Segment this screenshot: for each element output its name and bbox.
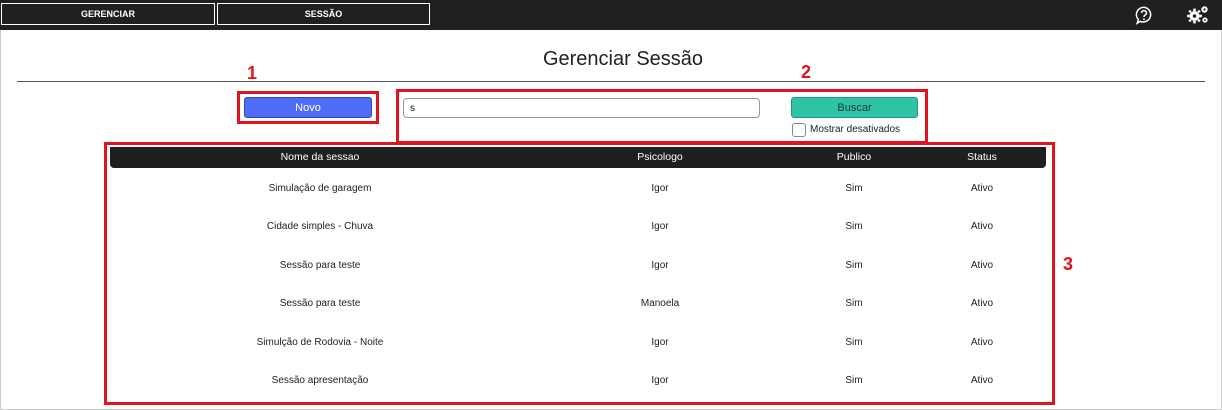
cell-status: Ativo	[970, 337, 994, 348]
table-row[interactable]: Cidade simples - Chuva Igor Sim Ativo	[110, 217, 1046, 237]
show-disabled-checkbox[interactable]	[792, 123, 806, 137]
cell-status: Ativo	[970, 260, 994, 271]
cell-psychologist: Igor	[651, 337, 669, 348]
column-header-public[interactable]: Publico	[794, 151, 914, 163]
search-button[interactable]: Buscar	[791, 97, 918, 118]
annotation-label-3: 3	[1063, 254, 1074, 274]
cell-psychologist: Igor	[651, 375, 669, 386]
annotation-label-1: 1	[247, 63, 258, 83]
cell-status: Ativo	[970, 375, 994, 386]
column-header-status[interactable]: Status	[922, 151, 1042, 163]
title-divider	[17, 81, 1205, 82]
cell-psychologist: Igor	[651, 260, 669, 271]
new-session-button[interactable]: Novo	[244, 97, 372, 118]
cell-psychologist: Igor	[651, 183, 669, 194]
cell-public: Sim	[845, 337, 863, 348]
cell-session-name: Cidade simples - Chuva	[266, 221, 374, 232]
cell-status: Ativo	[970, 298, 994, 309]
table-row[interactable]: Sessão apresentação Igor Sim Ativo	[110, 371, 1046, 391]
cell-public: Sim	[845, 221, 863, 232]
cell-session-name: Sessão para teste	[279, 260, 361, 271]
column-header-psychologist[interactable]: Psicologo	[600, 151, 720, 163]
table-header: Nome da sessao Psicologo Publico Status	[110, 147, 1046, 168]
table-row[interactable]: Simulção de Rodovia - Noite Igor Sim Ati…	[110, 333, 1046, 353]
cell-public: Sim	[845, 375, 863, 386]
cell-psychologist: Igor	[651, 221, 669, 232]
cell-public: Sim	[845, 260, 863, 271]
tab-sessao[interactable]: SESSÃO	[217, 3, 430, 25]
cell-public: Sim	[845, 298, 863, 309]
cell-psychologist: Manoela	[640, 298, 680, 309]
top-navigation-bar: GERENCIAR SESSÃO	[0, 0, 1222, 30]
column-header-name[interactable]: Nome da sessao	[210, 151, 430, 163]
page-title: Gerenciar Sessão	[542, 48, 704, 70]
table-row[interactable]: Sessão para teste Manoela Sim Ativo	[110, 294, 1046, 314]
annotation-label-2: 2	[801, 62, 812, 82]
show-disabled-label: Mostrar desativados	[810, 124, 901, 135]
cell-public: Sim	[845, 183, 863, 194]
help-icon[interactable]	[1134, 5, 1154, 25]
settings-gears-icon[interactable]	[1186, 4, 1210, 26]
cell-session-name: Sessão para teste	[279, 298, 361, 309]
cell-session-name: Simulção de Rodovia - Noite	[256, 337, 384, 348]
table-row[interactable]: Simulação de garagem Igor Sim Ativo	[110, 179, 1046, 199]
cell-status: Ativo	[970, 221, 994, 232]
cell-session-name: Sessão apresentação	[271, 375, 369, 386]
table-row[interactable]: Sessão para teste Igor Sim Ativo	[110, 256, 1046, 276]
cell-session-name: Simulação de garagem	[268, 183, 372, 194]
search-input[interactable]	[403, 98, 760, 118]
tab-gerenciar[interactable]: GERENCIAR	[1, 3, 215, 25]
cell-status: Ativo	[970, 183, 994, 194]
